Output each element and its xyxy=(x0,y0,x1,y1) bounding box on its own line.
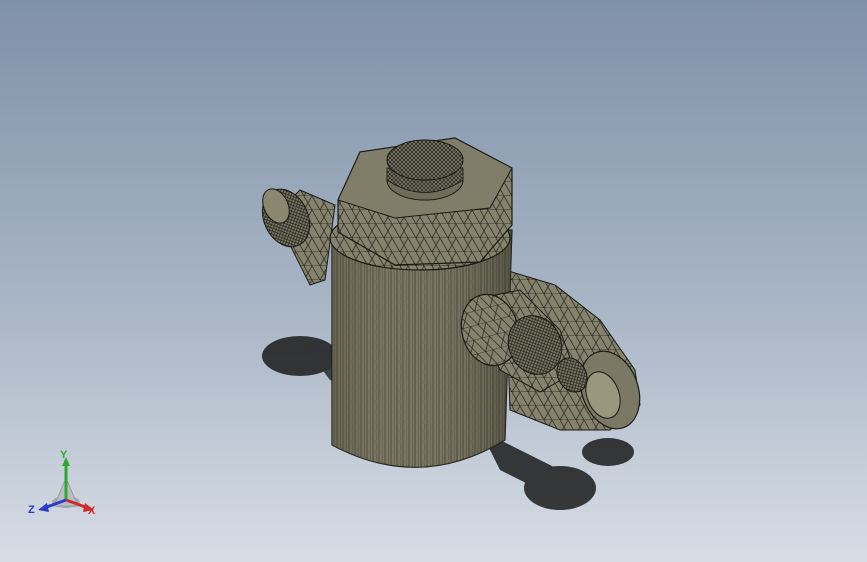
triad-y-label: Y xyxy=(60,449,68,461)
graphics-viewport[interactable]: Y Z X xyxy=(0,0,867,562)
3d-model-view[interactable] xyxy=(0,0,867,562)
top-knurled-cap[interactable] xyxy=(386,139,464,201)
left-fitting[interactable] xyxy=(253,182,336,286)
triad-x-label: X xyxy=(88,505,96,517)
triad-z-label: Z xyxy=(28,504,35,516)
orientation-triad[interactable]: Y Z X xyxy=(24,448,104,524)
